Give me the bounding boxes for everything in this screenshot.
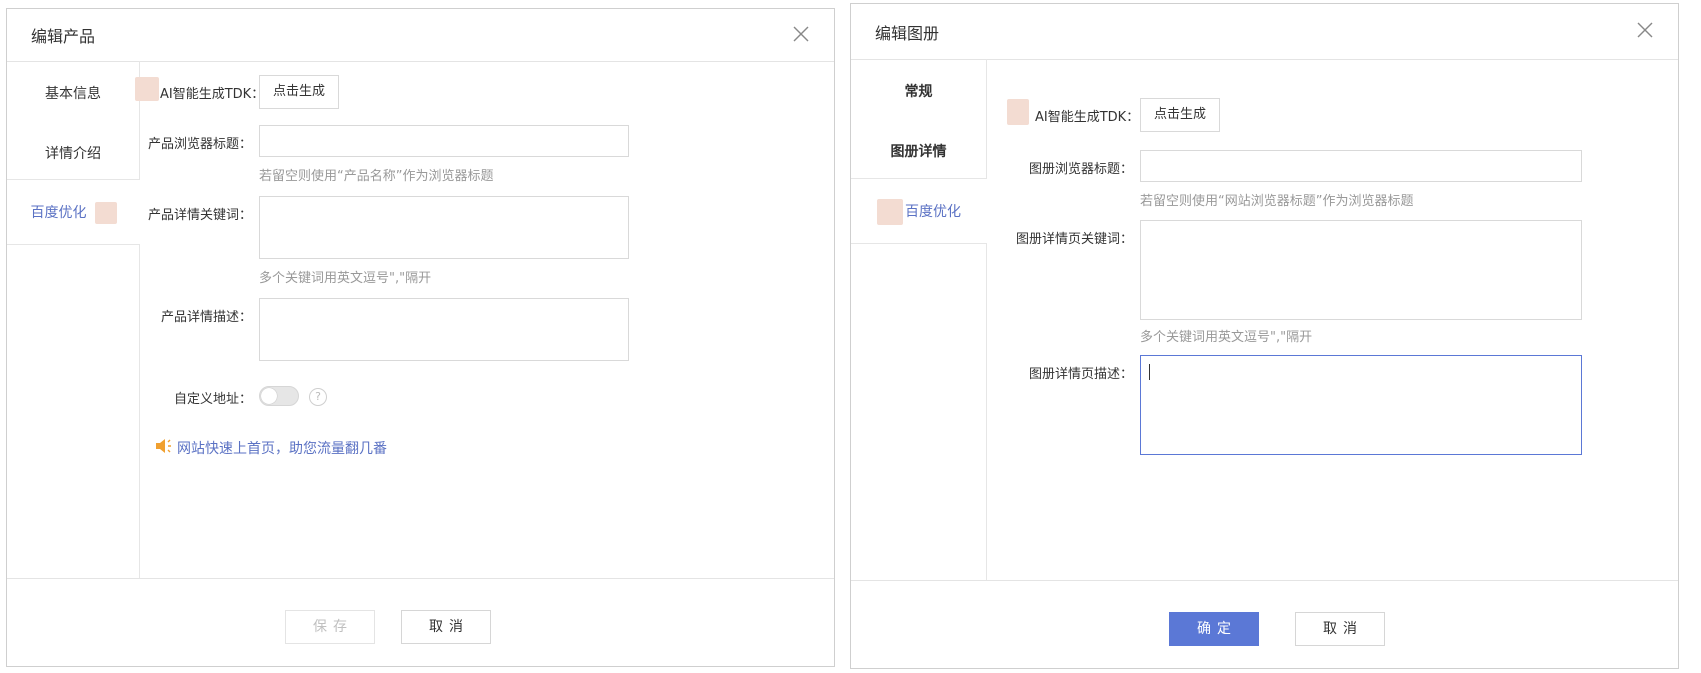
dialog-title: 编辑产品 xyxy=(31,27,96,46)
edit-product-dialog: 编辑产品 基本信息 详情介绍 百度优化 AI智能生成TDK： 点击生成 产品浏览… xyxy=(6,8,835,667)
close-icon[interactable] xyxy=(790,23,812,45)
ai-tdk-label: AI智能生成TDK： xyxy=(160,87,265,102)
description-textarea[interactable] xyxy=(259,298,629,361)
sidebar: 基本信息 详情介绍 百度优化 xyxy=(7,61,140,579)
tab-label: 百度优化 xyxy=(905,204,961,220)
description-label: 图册详情页描述： xyxy=(1028,367,1133,382)
keywords-hint: 多个关键词用英文逗号","隔开 xyxy=(1140,330,1313,345)
tab-label: 图册详情 xyxy=(890,144,947,160)
tab-label: 百度优化 xyxy=(30,205,87,221)
tab-label: 常规 xyxy=(904,84,933,100)
keywords-textarea[interactable] xyxy=(259,196,629,259)
custom-url-toggle[interactable] xyxy=(259,386,299,406)
blurred-icon xyxy=(135,77,159,101)
close-icon[interactable] xyxy=(1634,19,1656,41)
promo-link[interactable]: 网站快速上首页，助您流量翻几番 xyxy=(177,438,387,458)
browser-title-input[interactable] xyxy=(1140,150,1582,182)
tab-basic-info[interactable]: 基本信息 xyxy=(7,61,139,127)
description-textarea[interactable] xyxy=(1140,355,1582,455)
blurred-icon xyxy=(1007,99,1029,125)
custom-url-label: 自定义地址： xyxy=(173,392,252,407)
speaker-icon xyxy=(156,439,171,453)
blurred-badge xyxy=(877,199,903,225)
cancel-button[interactable]: 取消 xyxy=(401,610,491,644)
browser-title-label: 图册浏览器标题： xyxy=(1028,162,1133,177)
blurred-badge xyxy=(94,202,117,224)
ai-tdk-label: AI智能生成TDK： xyxy=(1035,110,1140,125)
sidebar: 常规 图册详情 百度优化 xyxy=(851,59,987,581)
dialog-title: 编辑图册 xyxy=(875,24,940,43)
tab-label: 详情介绍 xyxy=(45,146,101,162)
tab-detail-intro[interactable]: 详情介绍 xyxy=(7,121,139,187)
text-caret xyxy=(1149,364,1150,380)
toggle-knob xyxy=(261,388,277,404)
dialog-footer: 确定 取消 xyxy=(851,580,1678,668)
generate-button[interactable]: 点击生成 xyxy=(259,75,339,109)
tab-baidu-seo[interactable]: 百度优化 xyxy=(7,179,140,245)
keywords-textarea[interactable] xyxy=(1140,220,1582,320)
edit-album-dialog: 编辑图册 常规 图册详情 百度优化 AI智能生成TDK： 点击生成 图册浏览器标… xyxy=(850,3,1679,669)
dialog-header: 编辑图册 xyxy=(851,4,1678,60)
tab-baidu-seo[interactable]: 百度优化 xyxy=(851,178,987,244)
tab-album-detail[interactable]: 图册详情 xyxy=(851,119,986,185)
help-icon[interactable]: ? xyxy=(309,388,327,406)
tab-label: 基本信息 xyxy=(45,86,101,102)
save-button[interactable]: 保存 xyxy=(285,610,375,644)
keywords-label: 图册详情页关键词： xyxy=(1015,232,1133,247)
dialog-header: 编辑产品 xyxy=(7,9,834,62)
keywords-hint: 多个关键词用英文逗号","隔开 xyxy=(259,271,432,286)
browser-title-label: 产品浏览器标题： xyxy=(147,137,252,152)
confirm-button[interactable]: 确定 xyxy=(1169,612,1259,646)
browser-title-hint: 若留空则使用“网站浏览器标题”作为浏览器标题 xyxy=(1140,194,1414,209)
generate-button[interactable]: 点击生成 xyxy=(1140,98,1220,132)
browser-title-input[interactable] xyxy=(259,125,629,157)
dialog-footer: 保存 取消 xyxy=(7,578,834,666)
tab-general[interactable]: 常规 xyxy=(851,59,986,125)
keywords-label: 产品详情关键词： xyxy=(147,208,252,223)
browser-title-hint: 若留空则使用“产品名称”作为浏览器标题 xyxy=(259,169,494,184)
description-label: 产品详情描述： xyxy=(160,310,252,325)
cancel-button[interactable]: 取消 xyxy=(1295,612,1385,646)
